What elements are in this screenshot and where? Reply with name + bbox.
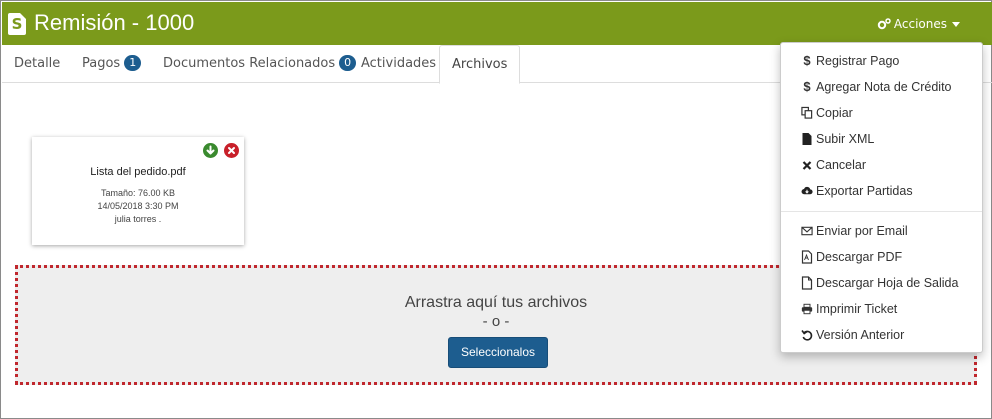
download-button[interactable] xyxy=(203,143,218,158)
menu-item-label: Descargar PDF xyxy=(816,250,903,264)
delete-button[interactable] xyxy=(224,143,239,158)
cloud-download-icon xyxy=(801,186,813,195)
caret-down-icon xyxy=(952,21,960,27)
menu-item-version-anterior[interactable]: Versión Anterior xyxy=(801,326,904,344)
header-bar: S Remisión - 1000 Acciones xyxy=(2,2,992,45)
tab-label: Detalle xyxy=(14,56,61,71)
menu-item-exportar-partidas[interactable]: Exportar Partidas xyxy=(801,182,913,200)
menu-item-label: Cancelar xyxy=(816,158,867,172)
undo-icon xyxy=(801,330,813,341)
menu-divider xyxy=(781,211,982,212)
file-icon xyxy=(802,133,812,145)
actions-label: Acciones xyxy=(893,17,947,31)
file-date: 14/05/2018 3:30 PM xyxy=(97,201,179,211)
print-icon xyxy=(801,303,813,315)
tab-documentos-relacionados[interactable]: Documentos Relacionados 0 xyxy=(163,45,357,83)
tab-label: Documentos Relacionados xyxy=(163,56,336,71)
file-outline-icon xyxy=(801,276,813,290)
envelope-icon xyxy=(801,226,813,236)
close-icon xyxy=(228,147,235,154)
arrow-down-icon xyxy=(206,145,215,155)
file-user: julia torres . xyxy=(114,214,162,224)
menu-item-label: Versión Anterior xyxy=(816,328,905,342)
menu-item-enviar-email[interactable]: Enviar por Email xyxy=(801,222,908,240)
actions-menu: $ Registrar Pago $ Agregar Nota de Crédi… xyxy=(780,42,983,353)
tab-label: Archivos xyxy=(452,57,508,72)
tab-pagos[interactable]: Pagos 1 xyxy=(82,45,142,83)
menu-item-cancelar[interactable]: Cancelar xyxy=(801,156,866,174)
menu-item-descargar-hoja-salida[interactable]: Descargar Hoja de Salida xyxy=(801,274,958,292)
file-card: Lista del pedido.pdf Tamaño: 76.00 KB 14… xyxy=(32,137,244,245)
copy-icon xyxy=(801,106,813,119)
count-badge: 0 xyxy=(339,55,357,71)
menu-item-registrar-pago[interactable]: $ Registrar Pago xyxy=(801,52,899,70)
menu-item-label: Descargar Hoja de Salida xyxy=(816,276,959,290)
menu-item-copiar[interactable]: Copiar xyxy=(801,104,853,122)
file-size: Tamaño: 76.00 KB xyxy=(100,188,176,198)
menu-item-label: Agregar Nota de Crédito xyxy=(816,80,952,94)
tab-actividades[interactable]: Actividades xyxy=(361,45,436,83)
menu-item-label: Copiar xyxy=(816,106,853,120)
file-name: Lista del pedido.pdf xyxy=(90,166,186,178)
menu-item-descargar-pdf[interactable]: Descargar PDF xyxy=(801,248,902,266)
select-files-button[interactable]: Seleccionalos xyxy=(448,337,548,368)
logo-letter: S xyxy=(11,15,23,33)
count-badge: 1 xyxy=(124,55,142,71)
tab-label: Pagos xyxy=(82,56,121,71)
actions-dropdown-button[interactable]: Acciones xyxy=(877,16,960,32)
app-frame: S Remisión - 1000 Acciones Detalle Pagos… xyxy=(0,0,992,419)
menu-item-agregar-nota-credito[interactable]: $ Agregar Nota de Crédito xyxy=(801,78,952,96)
pdf-icon xyxy=(801,250,813,264)
tab-detalle[interactable]: Detalle xyxy=(14,45,60,83)
tab-label: Actividades xyxy=(361,56,437,71)
page-title: Remisión - 1000 xyxy=(34,10,195,35)
tab-archivos[interactable]: Archivos xyxy=(439,45,521,84)
gears-icon xyxy=(877,18,891,30)
menu-item-label: Registrar Pago xyxy=(816,54,900,68)
menu-item-label: Exportar Partidas xyxy=(816,184,913,198)
app-logo-icon: S xyxy=(8,13,26,35)
x-icon xyxy=(802,161,812,170)
menu-item-label: Subir XML xyxy=(816,132,875,146)
menu-item-label: Enviar por Email xyxy=(816,224,908,238)
menu-item-imprimir-ticket[interactable]: Imprimir Ticket xyxy=(801,300,897,318)
dollar-icon: $ xyxy=(803,79,811,94)
menu-item-label: Imprimir Ticket xyxy=(816,302,898,316)
dollar-icon: $ xyxy=(803,53,811,68)
menu-item-subir-xml[interactable]: Subir XML xyxy=(801,130,874,148)
